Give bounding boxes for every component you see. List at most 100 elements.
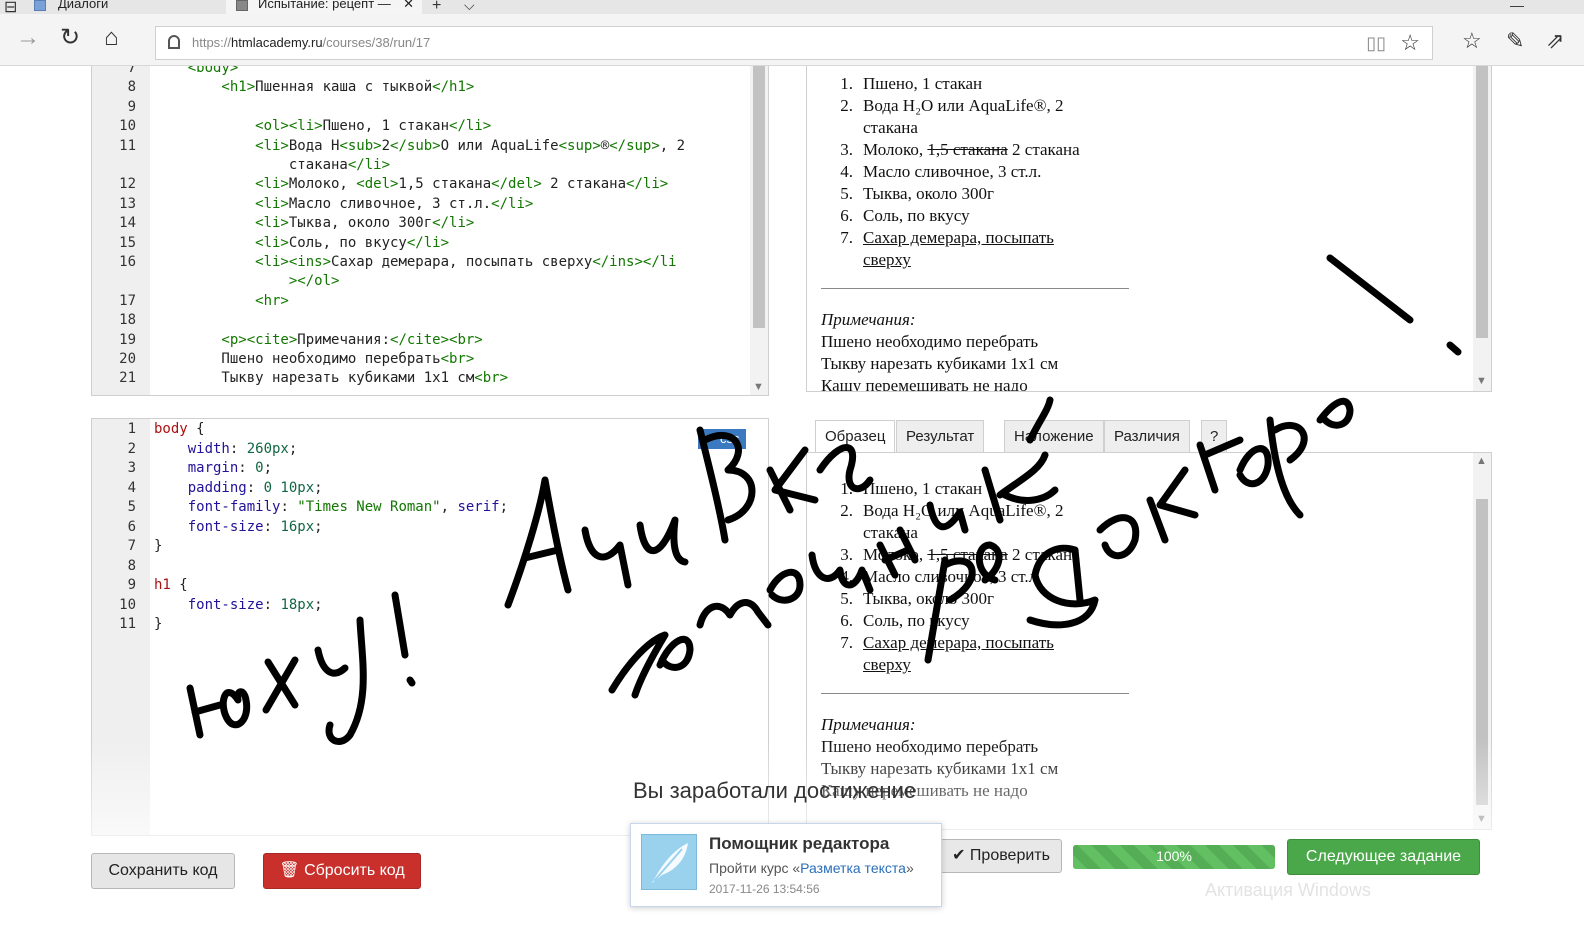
address-toolbar: → ↻ ⌂ https://htmlacademy.ru/courses/38/… [0,14,1584,66]
reset-label: Сбросить код [304,862,405,879]
note-line: Пшено необходимо перебрать [821,737,1039,756]
scroll-down-icon[interactable]: ▼ [1476,813,1487,825]
code-line: ></ol> [154,273,340,290]
line-number: 19 [119,331,136,348]
code-line: width: 260px; [154,440,298,457]
windows-activation-watermark: Активация Windows [1205,880,1371,900]
achievement-card[interactable]: Помощник редактора Пройти курс «Разметка… [630,823,942,907]
url-text: https://htmlacademy.ru/courses/38/run/17 [192,35,431,50]
code-line: Пшено необходимо перебрать<br> [154,351,474,367]
code-token: </li> [432,215,475,232]
code-token: <li> [154,195,289,212]
note-line: Пшено необходимо перебрать [821,332,1039,351]
tab-recipe-test[interactable]: Испытание: рецепт — ✕ [226,0,422,14]
progress-bar: 100% [1073,845,1275,869]
line-number: 8 [127,557,136,574]
scrollbar-thumb[interactable] [1476,499,1488,805]
shield-favicon-icon [236,0,248,11]
code-token: <br> [440,351,475,367]
line-number: 3 [127,460,136,476]
tab-differences[interactable]: Различия [1104,420,1190,453]
code-token: </del> [491,176,542,193]
scroll-down-icon[interactable]: ▼ [1476,375,1487,387]
code-token: </cite><br> [390,331,483,348]
tab-dialogs[interactable]: Диалоги [24,0,224,14]
preview-scrollbar[interactable]: ▼ [1473,66,1491,391]
html-code-editor[interactable]: 7 <body> 8 <h1>Пшенная каша с тыквой</h1>… [91,66,769,396]
code-line: <li>Молоко, <del>1,5 стакана</del> 2 ста… [154,176,668,192]
code-token: O или AquaLife [440,137,559,154]
code-line: стакана</li> [154,157,390,173]
code-token: 2 [381,137,391,154]
tab-list-icon[interactable]: ⌵ [464,0,475,14]
achievement-header: Вы заработали достижение [633,778,917,803]
code-token: </li> [491,195,534,212]
new-tab-button[interactable]: + [432,0,441,14]
preview-content: 1. Пшено, 1 стакан 2. Вода H₂O или AquaLife… [821,66,1461,392]
code-token: 2 стакана [541,176,627,193]
line-number: 2 [127,440,136,457]
code-token: Сахар демерара, посыпать сверху [331,254,593,270]
check-button[interactable]: ✔ Проверить [940,839,1062,873]
home-icon[interactable]: ⌂ [104,26,119,50]
scrollbar-thumb[interactable] [1476,66,1488,338]
code-token: ; [314,596,323,613]
next-task-button[interactable]: Следующее задание [1287,839,1480,875]
scroll-down-icon[interactable]: ▼ [753,381,764,393]
code-token: ; [288,440,298,457]
line-number: 10 [119,596,136,613]
code-token: ; [314,518,323,535]
code-token: font-size [154,518,264,535]
code-token: font-size [154,596,264,613]
reset-code-button[interactable]: 🗑 Сбросить код [263,853,421,889]
html-editor-scrollbar[interactable]: ▼ [750,66,768,395]
favorites-hub-icon[interactable]: ☆ [1462,28,1482,54]
code-token: , [440,499,458,515]
code-token: : [246,479,264,496]
achievement-name: Помощник редактора [709,834,890,853]
browser-tab-bar: ⊟ Диалоги Испытание: рецепт — ✕ + ⌵ — [0,0,1584,14]
code-token: </li> [449,118,492,135]
lock-icon [168,35,180,49]
code-token: padding [154,479,247,496]
code-token: Примечания: [297,331,391,348]
code-token: ></ol> [154,273,340,290]
code-token: <hr> [154,292,289,309]
tab-label: Испытание: рецепт — [258,0,391,11]
reading-view-icon[interactable]: ▯▯ [1366,33,1386,54]
forward-arrow-icon[interactable]: → [16,26,40,50]
course-link[interactable]: Разметка текста [800,860,906,876]
code-token: Масло сливочное, 3 ст.л. [288,195,492,212]
tab-result[interactable]: Результат [896,420,985,453]
line-number: 8 [127,79,136,96]
code-token: </sup> [609,137,660,154]
code-token: Пшенная каша с тыквой [255,79,433,96]
preview-scrollbar[interactable]: ▲ ▼ [1473,453,1491,829]
tab-overlay[interactable]: Наложение [1004,420,1104,453]
code-token: ; [499,499,509,515]
save-code-button[interactable]: Сохранить код [91,853,235,889]
scrollbar-thumb[interactable] [753,66,765,328]
code-line: <ol><li>Пшено, 1 стакан</li> [154,118,491,134]
minimize-window-button[interactable]: — [1510,0,1524,13]
css-badge: css [698,429,746,449]
code-line: <p><cite>Примечания:</cite><br> [154,331,483,348]
code-token: </li> [626,176,669,193]
favorite-star-icon[interactable]: ☆ [1400,30,1420,56]
note-line: Кашу перемешивать не надо [821,376,1028,392]
tab-actions-icon[interactable]: ⊟ [4,0,17,14]
web-note-pen-icon[interactable]: ✎ [1506,28,1524,54]
help-tab[interactable]: ? [1201,420,1228,453]
refresh-icon[interactable]: ↻ [60,26,80,50]
code-token: } [154,538,163,554]
scroll-up-icon[interactable]: ▲ [1476,455,1487,467]
url-field[interactable]: https://htmlacademy.ru/courses/38/run/17… [155,26,1433,60]
line-number: 4 [127,479,136,496]
close-tab-icon[interactable]: ✕ [403,0,414,10]
line-number: 18 [119,312,136,329]
share-icon[interactable]: ⇗ [1546,28,1564,54]
code-token: ® [600,137,610,154]
css-code-editor[interactable]: 1 body {2 width: 260px; 3 margin: 0; 4 padd… [91,418,769,836]
tab-sample[interactable]: Образец [815,420,896,453]
line-number: 14 [119,215,136,232]
